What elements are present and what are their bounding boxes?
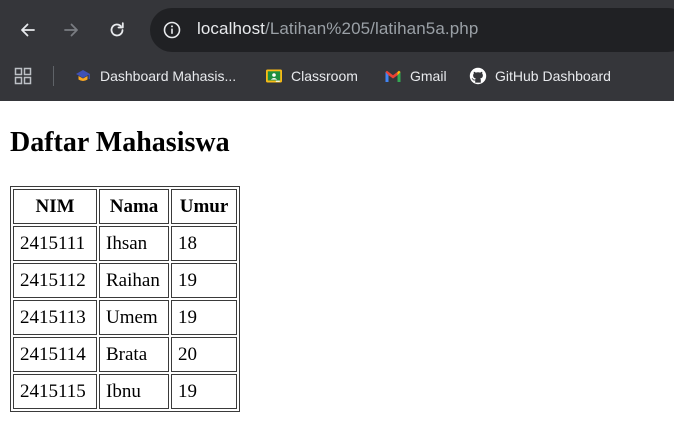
header-umur: Umur [171, 189, 237, 224]
table-row: 2415115 Ibnu 19 [13, 374, 237, 409]
bookmarks-bar: Dashboard Mahasis... Classroom Gmail Git… [0, 60, 674, 92]
bookmarks-divider [53, 66, 54, 86]
cell-umur: 19 [171, 300, 237, 335]
header-nim: NIM [13, 189, 97, 224]
github-favicon-icon [469, 67, 487, 85]
apps-grid-icon [14, 67, 32, 85]
bookmark-label: Classroom [291, 68, 358, 84]
page-content: Daftar Mahasiswa NIM Nama Umur 2415111 I… [0, 101, 674, 431]
bookmark-classroom[interactable]: Classroom [265, 64, 358, 88]
cell-nim: 2415115 [13, 374, 97, 409]
classroom-favicon-icon [265, 67, 283, 85]
cell-umur: 20 [171, 337, 237, 372]
cell-nama: Ihsan [99, 226, 169, 261]
gmail-favicon-icon [384, 67, 402, 85]
bookmark-github-dashboard[interactable]: GitHub Dashboard [469, 64, 611, 88]
cell-nama: Ibnu [99, 374, 169, 409]
bookmark-label: Dashboard Mahasis... [100, 68, 237, 84]
header-nama: Nama [99, 189, 169, 224]
page-title: Daftar Mahasiswa [10, 127, 230, 158]
cell-nim: 2415114 [13, 337, 97, 372]
cell-nim: 2415112 [13, 263, 97, 298]
url-path: /Latihan%205/latihan5a.php [265, 19, 479, 38]
bookmark-gmail[interactable]: Gmail [384, 64, 447, 88]
info-icon [163, 21, 181, 39]
cell-umur: 19 [171, 263, 237, 298]
table-row: 2415111 Ihsan 18 [13, 226, 237, 261]
back-button[interactable] [12, 14, 44, 46]
address-bar[interactable]: localhost/Latihan%205/latihan5a.php [150, 8, 674, 52]
cell-umur: 19 [171, 374, 237, 409]
cell-umur: 18 [171, 226, 237, 261]
cell-nama: Raihan [99, 263, 169, 298]
apps-button[interactable] [10, 64, 36, 88]
cell-nama: Umem [99, 300, 169, 335]
bookmark-label: Gmail [410, 68, 447, 84]
browser-toolbar: localhost/Latihan%205/latihan5a.php [0, 0, 674, 60]
table-row: 2415113 Umem 19 [13, 300, 237, 335]
url-host: localhost [197, 19, 265, 38]
site-info-button[interactable] [158, 16, 186, 44]
arrow-left-icon [21, 23, 35, 37]
table-header-row: NIM Nama Umur [13, 189, 237, 224]
student-table: NIM Nama Umur 2415111 Ihsan 18 2415112 R… [10, 186, 240, 412]
reload-button[interactable] [101, 14, 133, 46]
cell-nim: 2415113 [13, 300, 97, 335]
cell-nama: Brata [99, 337, 169, 372]
table-row: 2415114 Brata 20 [13, 337, 237, 372]
table-row: 2415112 Raihan 19 [13, 263, 237, 298]
dashboard-favicon-icon [74, 67, 92, 85]
arrow-right-icon [64, 23, 78, 37]
bookmark-dashboard-mahasiswa[interactable]: Dashboard Mahasis... [74, 64, 236, 88]
bookmark-label: GitHub Dashboard [495, 68, 611, 84]
cell-nim: 2415111 [13, 226, 97, 261]
reload-icon [110, 22, 124, 37]
browser-chrome: localhost/Latihan%205/latihan5a.php Dash… [0, 0, 674, 101]
url-text[interactable]: localhost/Latihan%205/latihan5a.php [197, 19, 478, 39]
forward-button[interactable] [55, 14, 87, 46]
